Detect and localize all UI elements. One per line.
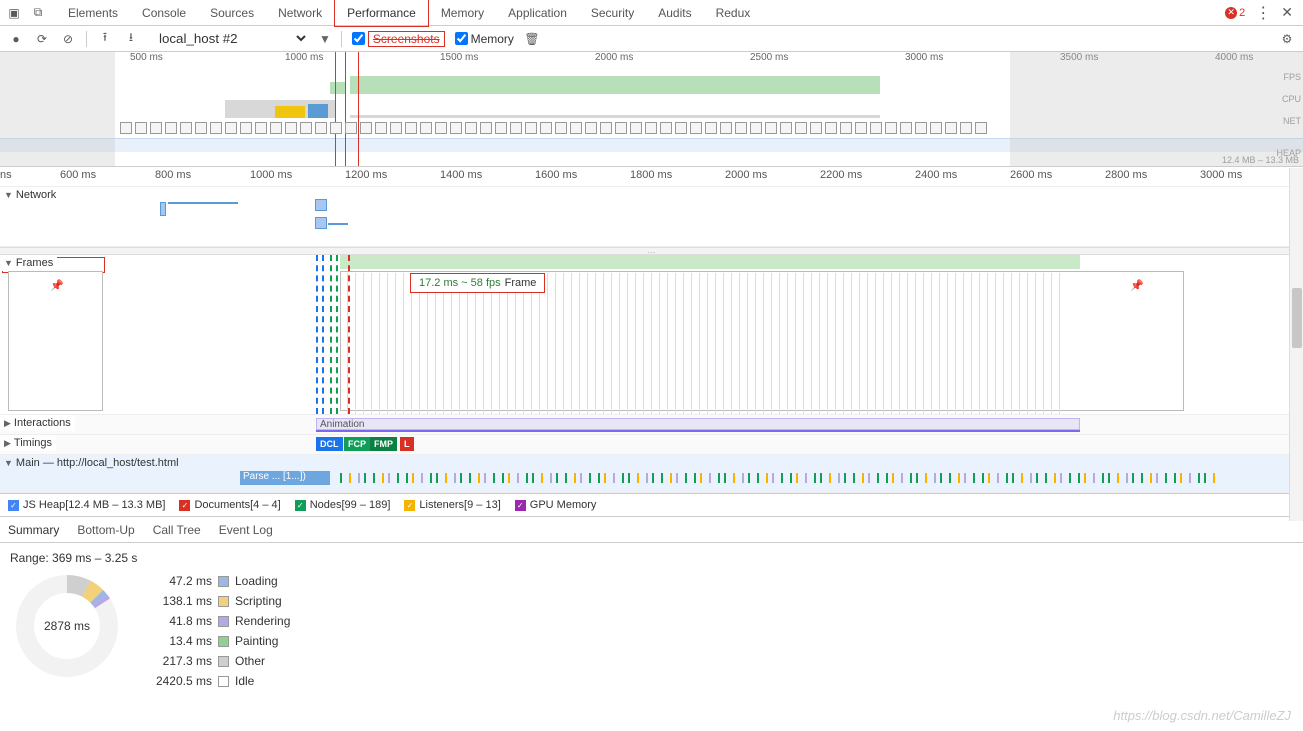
tab-network[interactable]: Network [266, 0, 334, 26]
summary-total: 2878 ms [44, 619, 90, 633]
watermark: https://blog.csdn.net/CamilleZJ [1113, 708, 1291, 723]
performance-toolbar: ● ⟳ ⊘ ⭱ ⭳ local_host #2 ▼ Screenshots Me… [0, 26, 1303, 52]
kebab-icon[interactable]: ⋮ [1255, 3, 1271, 23]
legend-painting: 13.4 msPainting [152, 631, 290, 651]
animation-bar[interactable]: Animation [316, 418, 1080, 430]
scroll-thumb[interactable] [1292, 288, 1302, 348]
mem-listeners[interactable]: ✓Listeners[9 – 13] [404, 499, 500, 511]
dcl-line2 [322, 255, 324, 414]
tab-elements[interactable]: Elements [56, 0, 130, 26]
tab-audits[interactable]: Audits [646, 0, 703, 26]
record-icon[interactable]: ● [8, 31, 24, 47]
frame-tooltip: 17.2 ms ~ 58 fps Frame [410, 273, 545, 293]
btab-calltree[interactable]: Call Tree [153, 519, 201, 541]
main-parse-task[interactable]: Parse ... [1...]) [240, 471, 330, 485]
close-icon[interactable]: ✕ [1281, 4, 1293, 21]
timing-dcl[interactable]: DCL [316, 437, 343, 451]
legend-other: 217.3 msOther [152, 651, 290, 671]
mem-nodes[interactable]: ✓Nodes[99 – 189] [295, 499, 391, 511]
frames-track[interactable]: ▼Frames 📌 📌 17.2 ms ~ 58 fps Frame [0, 255, 1303, 415]
frames-track-header[interactable]: ▼Frames [0, 255, 57, 271]
error-badge[interactable]: ✕2 [1225, 7, 1245, 19]
timing-fmp[interactable]: FMP [370, 437, 397, 451]
recording-select[interactable]: local_host #2 [149, 28, 309, 49]
interactions-track[interactable]: ▶Interactions Animation [0, 415, 1303, 435]
memory-checkbox[interactable]: Memory [455, 32, 514, 46]
timings-track[interactable]: ▶Timings DCL FCP FMP L [0, 435, 1303, 455]
device-icon[interactable]: ⧉ [30, 5, 46, 21]
timings-track-header[interactable]: ▶Timings [0, 435, 56, 451]
screenshots-checkbox[interactable]: Screenshots [352, 31, 445, 47]
vertical-scrollbar[interactable] [1289, 168, 1303, 521]
flame-ruler[interactable]: ns 600 ms 800 ms 1000 ms 1200 ms 1400 ms… [0, 167, 1303, 187]
clear-icon[interactable]: ⊘ [60, 31, 76, 47]
btab-bottomup[interactable]: Bottom-Up [77, 519, 134, 541]
trash-icon[interactable]: 🗑 [524, 31, 540, 47]
frame-thumbnail-left[interactable] [8, 271, 103, 411]
main-track[interactable]: ▼Main — http://local_host/test.html Pars… [0, 455, 1303, 493]
mem-gpu[interactable]: ✓GPU Memory [515, 499, 597, 511]
download-icon[interactable]: ⭳ [123, 31, 139, 47]
devtools-tabs-bar: ▣ ⧉ Elements Console Sources Network Per… [0, 0, 1303, 26]
pin-icon: 📌 [50, 279, 64, 292]
legend-scripting: 138.1 msScripting [152, 591, 290, 611]
overview-mask-left[interactable] [0, 52, 115, 166]
track-divider[interactable]: ⋯ [0, 247, 1303, 255]
overview-marker-blue2 [345, 52, 346, 166]
summary-legend: 47.2 msLoading 138.1 msScripting 41.8 ms… [152, 571, 290, 691]
summary-donut: 2878 ms [12, 571, 122, 681]
interactions-track-header[interactable]: ▶Interactions [0, 415, 75, 431]
legend-idle: 2420.5 msIdle [152, 671, 290, 691]
mem-documents[interactable]: ✓Documents[4 – 4] [179, 499, 280, 511]
mem-jsheap[interactable]: ✓JS Heap[12.4 MB – 13.3 MB] [8, 499, 165, 511]
overview-net-boxes [120, 118, 1283, 138]
fcp-line [330, 255, 332, 414]
fmp-line [336, 255, 338, 414]
overview-marker-red [358, 52, 359, 166]
btab-eventlog[interactable]: Event Log [219, 519, 273, 541]
btab-summary[interactable]: Summary [8, 519, 59, 541]
legend-loading: 47.2 msLoading [152, 571, 290, 591]
overview-pane[interactable]: 500 ms 1000 ms 1500 ms 2000 ms 2500 ms 3… [0, 52, 1303, 167]
dcl-line [316, 255, 318, 414]
timing-fcp[interactable]: FCP [344, 437, 370, 451]
tab-performance[interactable]: Performance [334, 0, 429, 27]
overview-marker-blue [335, 52, 336, 166]
network-track-header[interactable]: ▼Network [0, 187, 60, 203]
summary-range: Range: 369 ms – 3.25 s [10, 551, 137, 565]
network-track[interactable]: ▼Network [0, 187, 1303, 247]
settings-gear-icon[interactable]: ⚙ [1279, 31, 1295, 47]
tab-application[interactable]: Application [496, 0, 579, 26]
reload-icon[interactable]: ⟳ [34, 31, 50, 47]
main-track-header[interactable]: ▼Main — http://local_host/test.html [0, 455, 183, 471]
memory-legend-bar: ✓JS Heap[12.4 MB – 13.3 MB] ✓Documents[4… [0, 493, 1303, 517]
pin-icon-right: 📌 [1130, 279, 1144, 292]
summary-pane: Range: 369 ms – 3.25 s 2878 ms 47.2 msLo… [0, 543, 1303, 701]
upload-icon[interactable]: ⭱ [97, 31, 113, 47]
overview-mask-right[interactable] [1010, 52, 1303, 166]
details-tabs: Summary Bottom-Up Call Tree Event Log [0, 517, 1303, 543]
tab-sources[interactable]: Sources [198, 0, 266, 26]
timing-load[interactable]: L [400, 437, 414, 451]
tab-console[interactable]: Console [130, 0, 198, 26]
animation-underline [316, 430, 1080, 432]
tab-memory[interactable]: Memory [429, 0, 496, 26]
legend-rendering: 41.8 msRendering [152, 611, 290, 631]
inspect-icon[interactable]: ▣ [6, 5, 22, 21]
tab-security[interactable]: Security [579, 0, 646, 26]
tab-redux[interactable]: Redux [704, 0, 763, 26]
